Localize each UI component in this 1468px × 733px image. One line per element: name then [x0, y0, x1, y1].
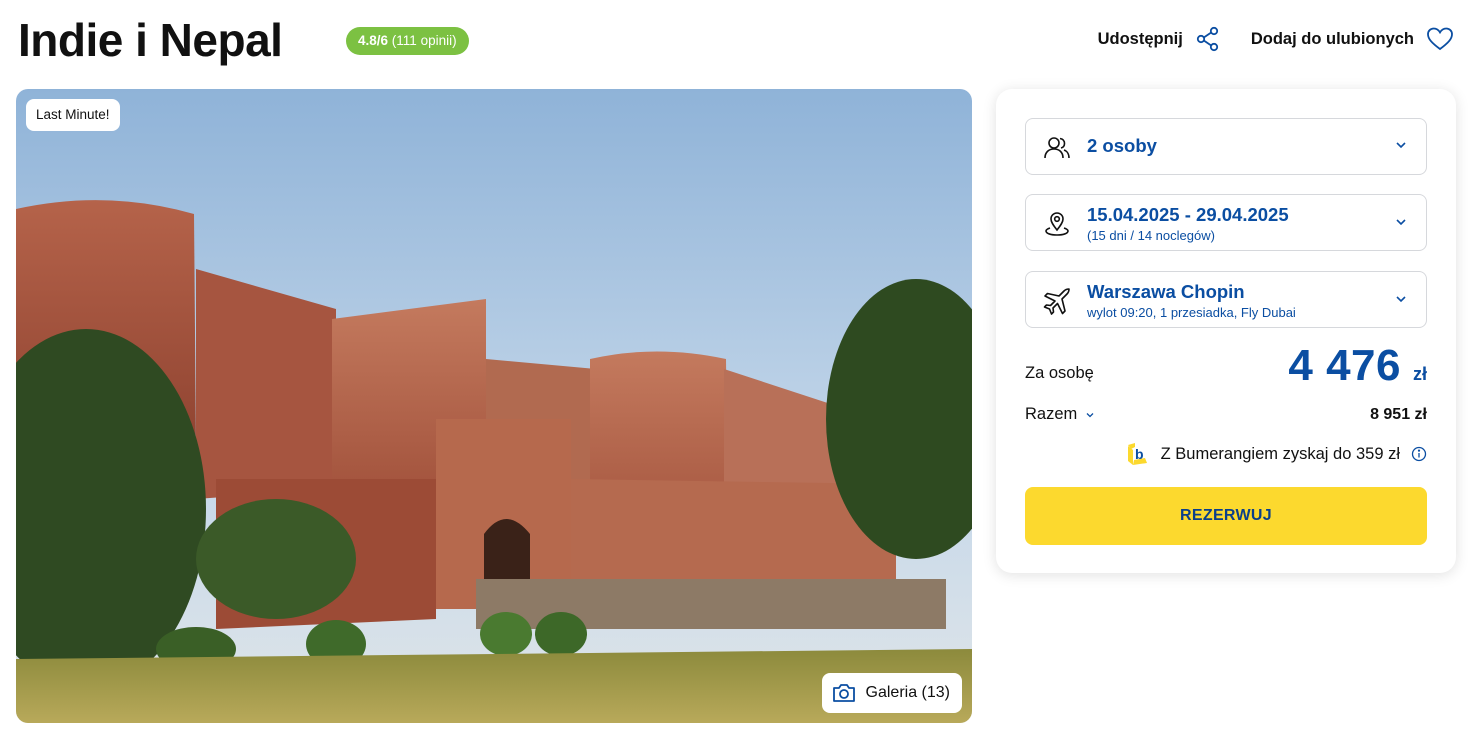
bonus-info: b Z Bumerangiem zyskaj do 359 zł — [1125, 441, 1428, 467]
total-price: 8 951 zł — [1370, 406, 1427, 423]
hero-image[interactable]: Last Minute! Galeria (13) — [16, 89, 972, 723]
departure-select[interactable]: Warszawa Chopin wylot 09:20, 1 przesiadk… — [1025, 271, 1427, 328]
share-label: Udostępnij — [1097, 29, 1183, 48]
fort-photo — [16, 89, 972, 723]
dates-select[interactable]: 15.04.2025 - 29.04.2025 (15 dni / 14 noc… — [1025, 194, 1427, 251]
share-button[interactable]: Udostępnij — [1098, 26, 1221, 52]
rating-badge[interactable]: 4.8/6 (111 opinii) — [346, 27, 469, 55]
bonus-text: Z Bumerangiem zyskaj do 359 zł — [1160, 444, 1400, 463]
per-person-label: Za osobę — [1025, 364, 1094, 382]
chevron-down-icon — [1396, 142, 1406, 149]
dates-duration: (15 dni / 14 noclegów) — [1087, 228, 1215, 243]
price-currency: zł — [1412, 364, 1427, 384]
svg-text:b: b — [1135, 446, 1144, 462]
dates-value: 15.04.2025 - 29.04.2025 — [1087, 204, 1289, 225]
location-pin-icon — [1045, 212, 1069, 236]
people-icon — [1044, 137, 1070, 159]
header-actions: Udostępnij Dodaj do ulubionych — [1098, 26, 1454, 52]
departure-value: Warszawa Chopin — [1087, 281, 1245, 302]
gallery-button[interactable]: Galeria (13) — [821, 673, 962, 713]
gallery-label: Galeria (13) — [865, 684, 950, 701]
per-person-price: 4 476 zł — [1288, 341, 1427, 391]
total-label: Razem — [1025, 405, 1078, 423]
plane-icon — [1043, 288, 1070, 315]
total-toggle[interactable]: Razem — [1025, 405, 1095, 424]
chevron-down-icon — [1086, 412, 1094, 417]
booking-panel: 2 osoby 15.04.2025 - 29.04.2025 (15 dni … — [996, 89, 1456, 573]
price-amount: 4 476 — [1288, 341, 1401, 390]
rating-count: (111 opinii) — [391, 33, 457, 48]
travelers-value: 2 osoby — [1087, 135, 1157, 156]
chevron-down-icon — [1396, 296, 1406, 303]
chevron-down-icon — [1396, 219, 1406, 226]
rating-score: 4.8/6 — [358, 33, 389, 48]
page-title: Indie i Nepal — [18, 14, 283, 66]
book-button[interactable]: REZERWUJ — [1025, 487, 1427, 545]
favorite-button[interactable]: Dodaj do ulubionych — [1251, 26, 1454, 52]
travelers-select[interactable]: 2 osoby — [1025, 118, 1427, 175]
heart-icon — [1427, 27, 1453, 51]
last-minute-badge: Last Minute! — [26, 99, 120, 131]
share-icon — [1196, 26, 1218, 52]
departure-details: wylot 09:20, 1 przesiadka, Fly Dubai — [1087, 305, 1296, 320]
favorite-label: Dodaj do ulubionych — [1250, 29, 1414, 48]
info-icon[interactable] — [1410, 445, 1428, 463]
bumerang-logo-icon: b — [1127, 443, 1147, 465]
camera-icon — [832, 684, 855, 702]
